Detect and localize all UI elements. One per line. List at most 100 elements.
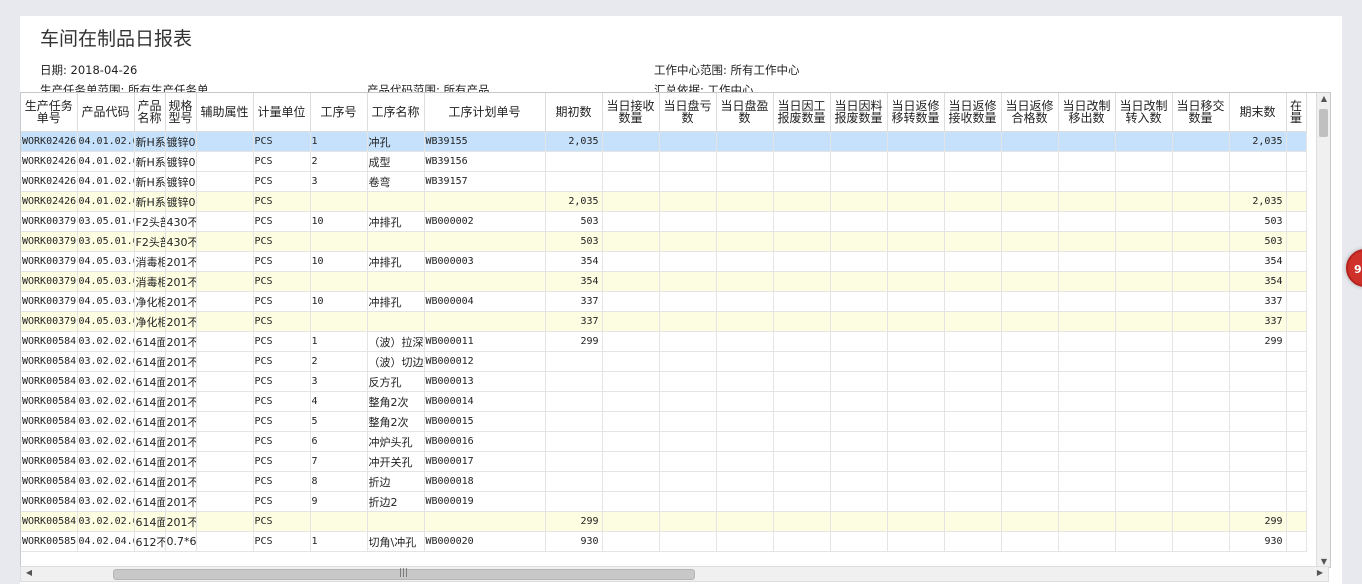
column-header[interactable]: 工序号 [310,93,368,132]
table-row[interactable]: WORK0037904.05.03.0净化柜201不 PCS10冲排孔WB0000… [21,291,1307,312]
table-row[interactable]: WORK00584 03.02.02.0 614面 201不 PCS 9 折边2 WB0000… [21,491,1307,512]
table-cell: 1 [310,131,368,152]
table-cell: 03.02.02.0 [77,431,135,452]
table-row[interactable]: WORK00584 03.02.02.0 614面 201不 PCS 3 反方孔 WB0000… [21,371,1307,392]
table-cell [367,191,425,212]
table-cell [773,371,831,392]
table-cell: 0.7*6 [165,531,197,552]
table-cell: 299 [1229,331,1287,352]
table-row[interactable]: WORK0058504.02.04.0612不锈0.7*6 PCS1切角\冲孔WB… [21,531,1307,552]
table-cell [773,391,831,412]
table-cell: 3 [310,371,368,392]
column-header[interactable]: 产品 名称 [134,93,166,132]
scroll-right-icon[interactable]: ▶ [1313,568,1327,577]
column-header[interactable]: 当日接收 数量 [602,93,660,132]
table-cell [944,531,1002,552]
table-cell [196,531,254,552]
table-row[interactable]: WORK00584 03.02.02.0 614面 201不 PCS 5 整角2次 WB000… [21,411,1307,432]
table-cell: WB000002 [424,211,546,232]
table-cell [1286,291,1307,312]
column-header[interactable]: 当日返修 接收数量 [944,93,1002,132]
table-row[interactable]: WORK02426 04.01.02.0 新H系 镀锌0 PCS 3 卷弯 WB39157 [21,171,1307,192]
table-cell [367,231,425,252]
table-cell: 冲开关孔 [367,451,425,472]
table-row[interactable]: WORK00584 03.02.02.0 614面 201不 PCS 2 （波）切边 WB00… [21,351,1307,372]
column-header[interactable]: 当日因工 报废数量 [773,93,831,132]
table-cell: 201不 [165,331,197,352]
scroll-left-icon[interactable]: ◀ [22,568,36,577]
column-header[interactable]: 辅助属性 [196,93,254,132]
table-cell: WORK00584 [21,411,78,432]
subtotal-row[interactable]: WORK00584 03.02.02.0 614面 201不 PCS 299 299 [21,511,1307,532]
table-cell [1286,511,1307,532]
table-cell [716,311,774,332]
column-header[interactable]: 工序名称 [367,93,425,132]
scroll-up-icon[interactable]: ▲ [1317,94,1330,103]
vertical-scrollbar[interactable]: ▲ ▼ [1316,93,1330,567]
column-header[interactable]: 计量单位 [253,93,311,132]
subtotal-row[interactable]: WORK0037904.05.03.0净化柜201不 PCS 337 337 [21,311,1307,332]
table-cell [545,451,603,472]
table-row[interactable]: WORK02426 04.01.02.0 新H系 镀锌0 PCS 2 成型 WB39156 [21,151,1307,172]
table-row[interactable]: WORK00584 03.02.02.0 614面 201不 PCS 6 冲炉头孔 WB000… [21,431,1307,452]
table-row[interactable]: WORK00584 03.02.02.0 614面 201不 PCS 7 冲开关孔 WB000… [21,451,1307,472]
column-header[interactable]: 工序计划单号 [424,93,546,132]
scroll-down-icon[interactable]: ▼ [1317,557,1330,566]
table-row[interactable]: WORK00584 03.02.02.0 614面 201不 PCS 8 折边 WB00001… [21,471,1307,492]
table-cell [773,251,831,272]
table-cell [196,211,254,232]
table-cell [830,491,888,512]
table-cell: 614面 [134,431,166,452]
table-row[interactable]: WORK0037904.05.03.0消毒柜201不 PCS10冲排孔WB0000… [21,251,1307,272]
table-row[interactable]: WORK0037903.05.01.0F2头部430不 PCS10冲排孔WB000… [21,211,1307,232]
table-cell [944,351,1002,372]
column-header[interactable]: 当日移交 数量 [1172,93,1230,132]
table-cell [659,231,717,252]
column-header[interactable]: 当日改制 转入数 [1115,93,1173,132]
table-cell [659,131,717,152]
table-row[interactable]: WORK02426 04.01.02.0 新H系 镀锌0 PCS 1 冲孔 WB39155 2,… [21,131,1307,152]
table-cell: F2头部 [134,231,166,252]
column-header[interactable]: 在 量 [1286,93,1307,132]
vertical-scroll-thumb[interactable] [1319,109,1328,137]
report-grid[interactable]: 生产任务 单号 产品代码 产品 名称 规格 型号 辅助属性 计量单位 工序号 工序名称 工序计划… [20,92,1331,568]
table-cell [659,291,717,312]
column-header[interactable]: 规格 型号 [165,93,197,132]
column-header[interactable]: 期末数 [1229,93,1287,132]
table-cell [1229,151,1287,172]
column-header[interactable]: 当日盘亏 数 [659,93,717,132]
table-cell [1172,351,1230,372]
table-cell [196,371,254,392]
notification-badge[interactable]: 94 [1346,249,1362,287]
column-header[interactable]: 生产任务 单号 [21,93,78,132]
table-cell [773,511,831,532]
column-header[interactable]: 产品代码 [77,93,135,132]
column-header[interactable]: 当日盘盈 数 [716,93,774,132]
table-cell [716,371,774,392]
horizontal-scroll-thumb[interactable]: ||| [113,568,695,580]
subtotal-row[interactable]: WORK02426 04.01.02.0 新H系 镀锌0 PCS 2,035 2,035 [21,191,1307,212]
table-cell: PCS [253,191,311,212]
table-cell [196,331,254,352]
table-cell [716,491,774,512]
column-header[interactable]: 当日返修 移转数量 [887,93,945,132]
table-cell: 03.02.02.0 [77,411,135,432]
subtotal-row[interactable]: WORK0037904.05.03.0消毒柜201不 PCS 354 354 [21,271,1307,292]
table-cell [659,431,717,452]
table-cell: 镀锌0 [165,191,197,212]
table-cell: 10 [310,291,368,312]
table-cell [887,531,945,552]
table-row[interactable]: WORK00584 03.02.02.0 614面 201不 PCS 1 （波）拉深 WB00… [21,331,1307,352]
column-header[interactable]: 期初数 [545,93,603,132]
subtotal-row[interactable]: WORK0037903.05.01.0F2头部430不 PCS 503 503 [21,231,1307,252]
table-cell: 03.02.02.0 [77,471,135,492]
table-cell [716,351,774,372]
table-cell: 201不 [165,351,197,372]
horizontal-scrollbar[interactable]: ◀ ||| ▶ [20,566,1329,582]
table-cell [773,291,831,312]
table-cell [659,351,717,372]
column-header[interactable]: 当日因料 报废数量 [830,93,888,132]
column-header[interactable]: 当日返修 合格数 [1001,93,1059,132]
table-row[interactable]: WORK00584 03.02.02.0 614面 201不 PCS 4 整角2次 WB000… [21,391,1307,412]
column-header[interactable]: 当日改制 移出数 [1058,93,1116,132]
